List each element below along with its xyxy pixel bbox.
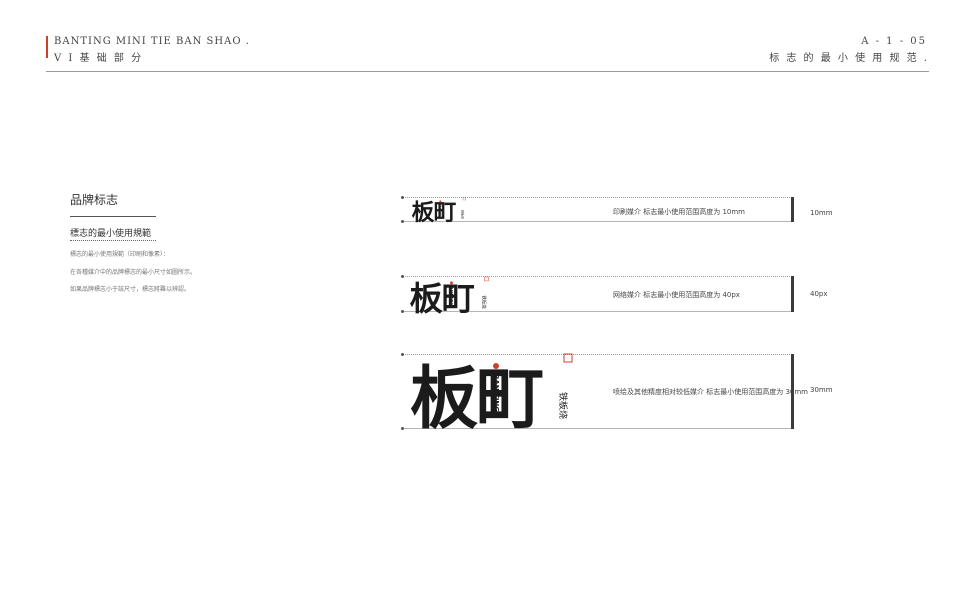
section-subtitle-dots [70,240,156,241]
logo-romanization: BAN TING [439,204,442,217]
section-subtitle: 標志的最小使用規範 [70,229,152,239]
header-page-code: A - 1 - 05 [861,36,927,47]
row-guide-dot [401,427,404,430]
header-brand-line: BANTING MINI TIE BAN SHAO . [54,36,250,47]
logo-seal-icon [450,281,453,285]
row-guide-dot [401,220,404,223]
logo-mark: 板町 [412,200,457,226]
row-guide-dot [401,196,404,199]
size-label-30mm: 30mm [810,386,833,394]
row-top-guide [402,276,792,277]
logo-tagline: 铁板烧 [557,392,569,419]
row-note: 网络媒介 标志最小使用范围高度为 40px [613,291,740,299]
section-title: 品牌标志 [70,193,119,207]
size-label-40px: 40px [810,290,828,298]
logo-stamp-icon [563,353,573,363]
brand-logo-small: 板町 BAN TING 铁板烧 [411,197,469,226]
logo-seal-icon [493,363,499,369]
header-accent-bar [46,36,48,58]
logo-mark: 板町 [410,359,543,439]
logo-mark: 板町 [410,279,475,318]
header-divider [46,71,929,72]
logo-stamp-icon [462,197,466,201]
description-line-3: 如果品牌標志小于該尺寸，標志將難以辨認。 [70,286,191,293]
logo-romanization: BAN TING [450,287,454,306]
row-height-bar [791,276,794,312]
section-title-rule [70,216,156,217]
row-note: 喷绘及其他精度相对较低媒介 标志最小使用范围高度为 30mm [613,388,808,396]
row-guide-dot [401,275,404,278]
description-line-2: 在各種媒介中的品牌標志的最小尺寸如圖所示。 [70,269,197,276]
header-section-line: V I 基 础 部 分 [54,53,144,64]
logo-stamp-icon [484,276,489,282]
logo-seal-icon [439,200,442,203]
logo-tagline: 铁板烧 [481,296,488,310]
row-guide-dot [401,353,404,356]
logo-romanization: BAN TING [492,374,500,412]
header-page-title: 标 志 的 最 小 使 用 规 范 . [769,53,929,64]
logo-tagline: 铁板烧 [461,210,466,219]
row-height-bar [791,197,794,222]
size-label-10mm: 10mm [810,209,833,217]
brand-logo-medium: 板町 BAN TING 铁板烧 [409,276,493,318]
description-line-1: 標志的最小使用規範（印刷和像素）： [70,251,170,258]
brand-logo-large: 板町 BAN TING 铁板烧 [410,353,580,439]
row-top-guide [402,354,792,355]
row-guide-dot [401,310,404,313]
row-note: 印刷媒介 标志最小使用范围高度为 10mm [613,208,745,216]
